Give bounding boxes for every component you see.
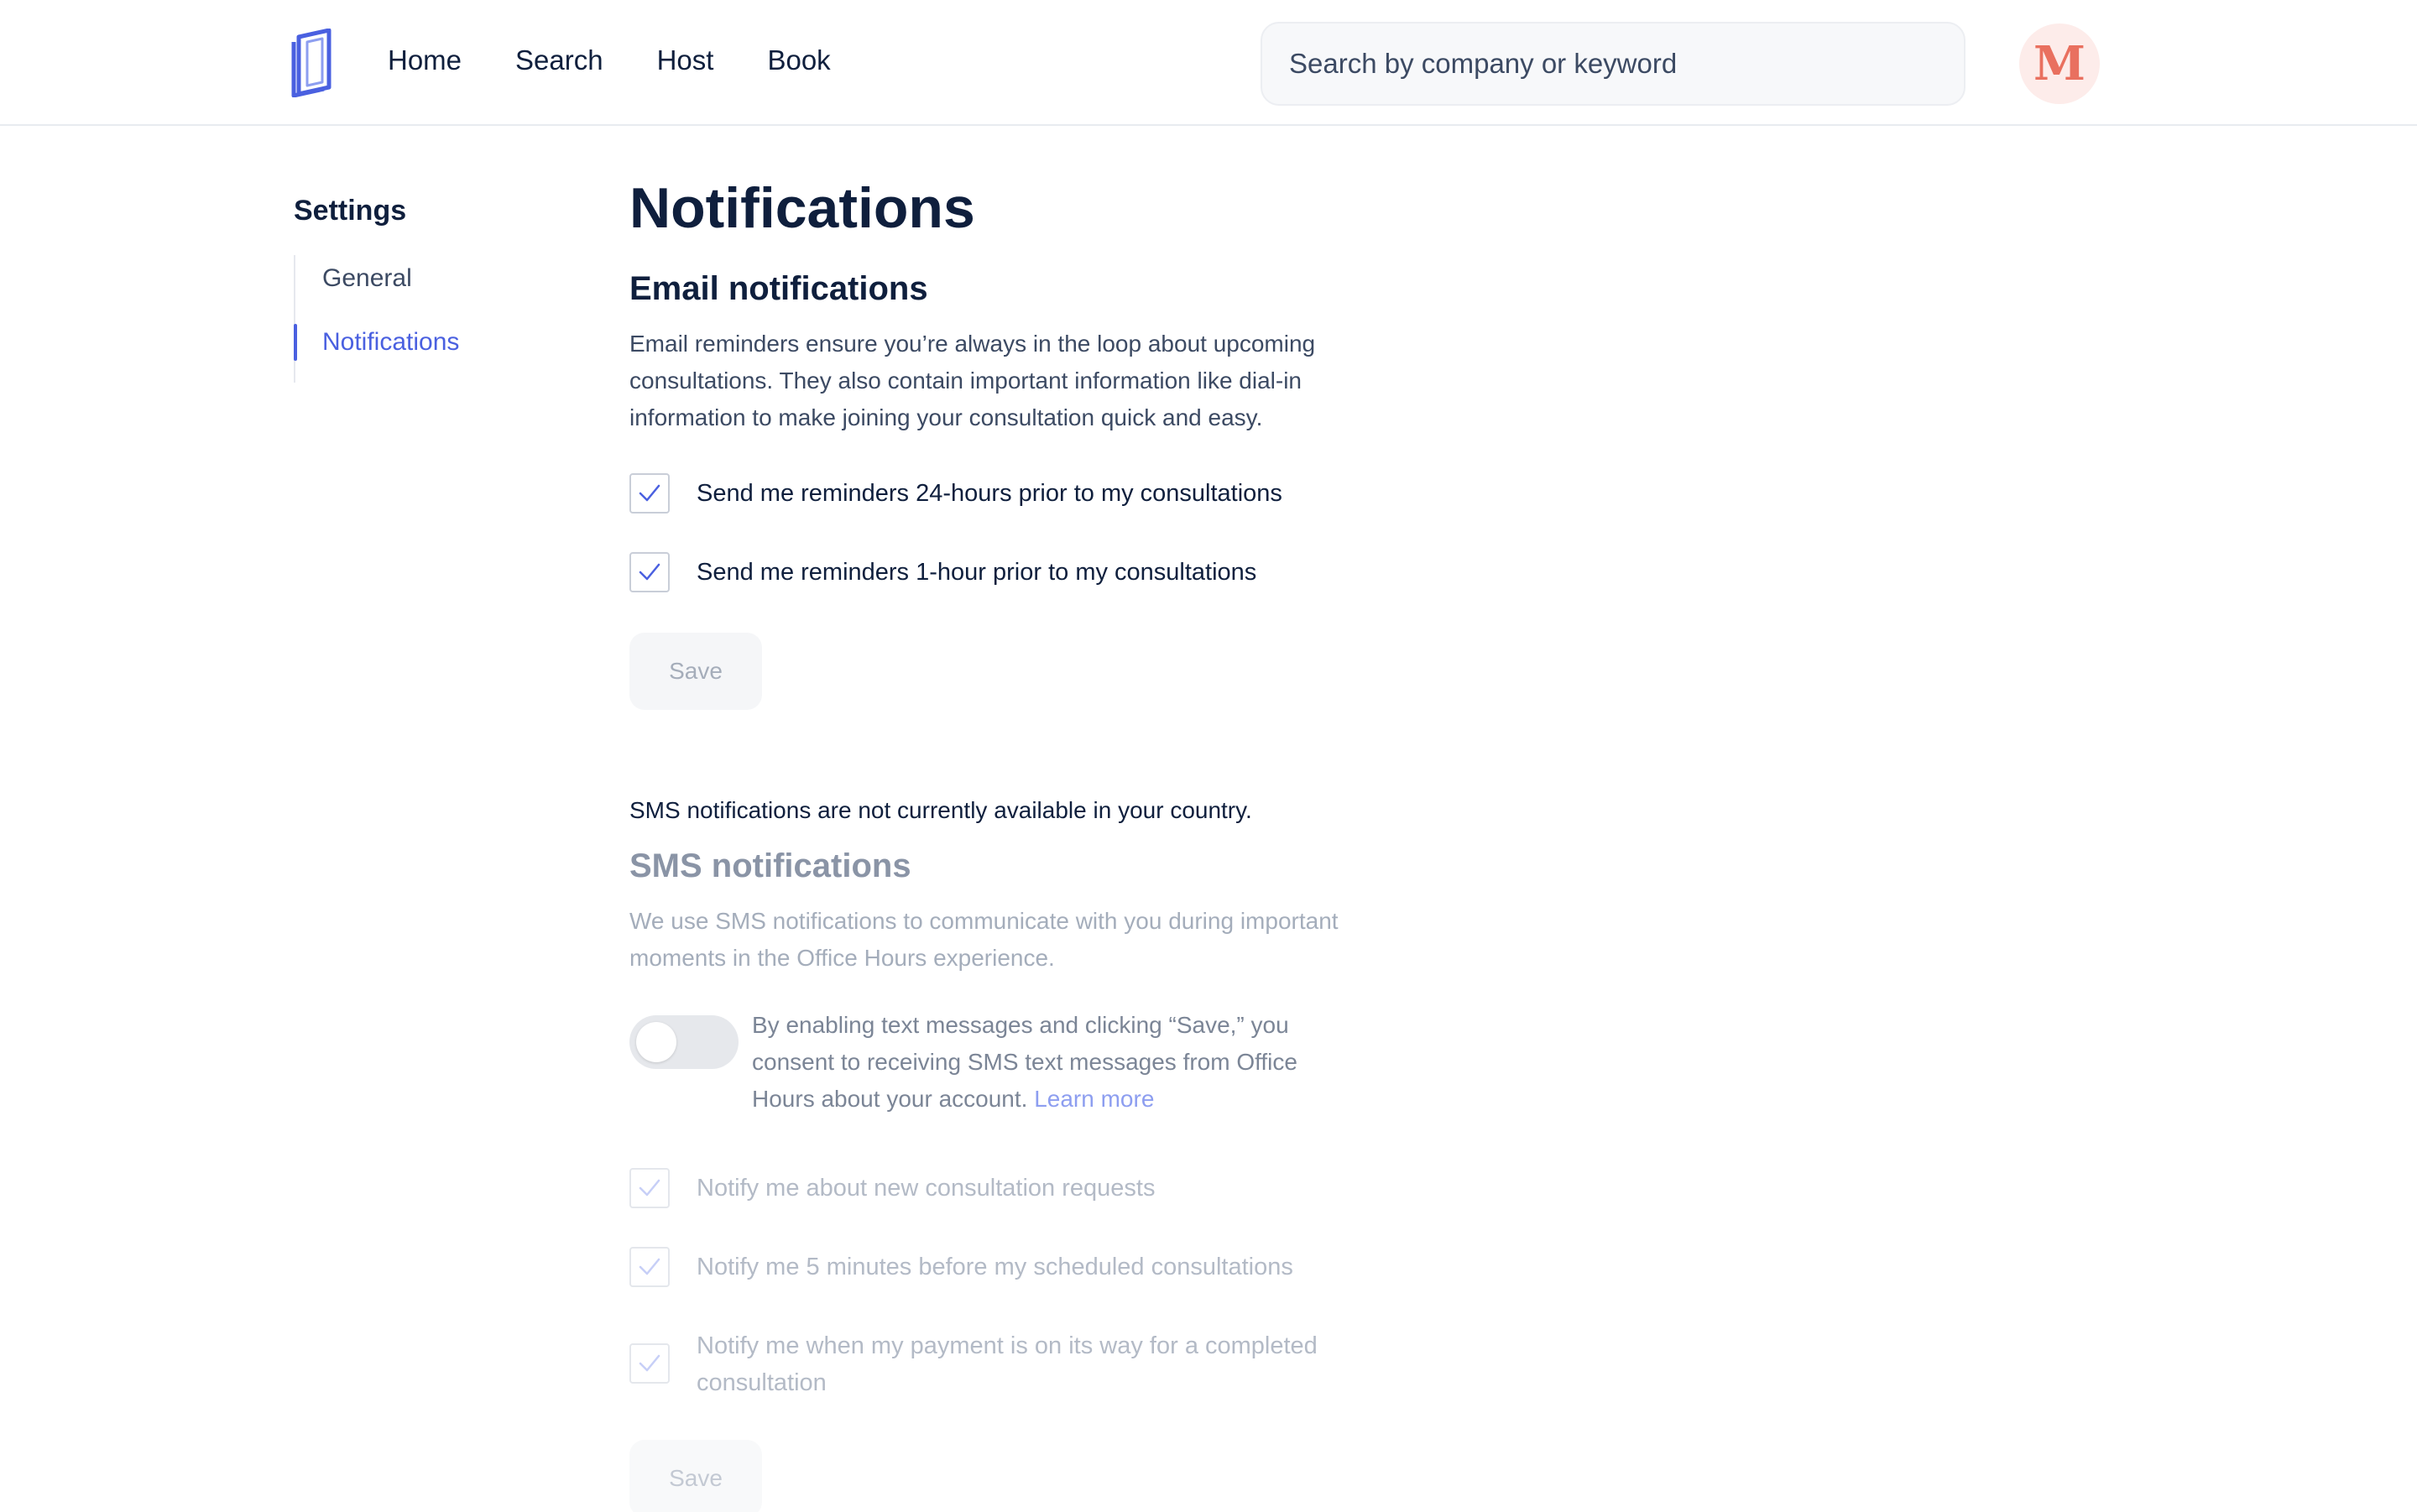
- sms-section-description: We use SMS notifications to communicate …: [629, 908, 1339, 971]
- avatar-letter: M: [2033, 36, 2086, 91]
- checkbox-label: Send me reminders 24-hours prior to my c…: [697, 480, 1282, 507]
- checkmark-icon: [639, 1354, 660, 1372]
- email-notifications-section: Email notifications Email reminders ensu…: [629, 265, 1368, 710]
- top-navigation-bar: Home Search Host Book M: [0, 0, 2417, 126]
- sidebar-item-notifications[interactable]: Notifications: [293, 319, 459, 366]
- sms-consent-text: By enabling text messages and clicking “…: [752, 1007, 1356, 1118]
- email-save-button[interactable]: Save: [629, 633, 762, 710]
- book-logo-icon[interactable]: [290, 29, 339, 97]
- settings-page: Home Search Host Book M Settings General…: [0, 0, 2417, 1512]
- email-section-description: Email reminders ensure you’re always in …: [629, 331, 1316, 430]
- nav-search[interactable]: Search: [515, 40, 603, 81]
- checkmark-icon: [639, 563, 660, 581]
- consent-text: By enabling text messages and clicking “…: [752, 1012, 1297, 1112]
- email-section-title: Email notifications: [629, 270, 928, 307]
- checkmark-icon: [639, 484, 660, 502]
- sms-option-requests: Notify me about new consultation request…: [629, 1168, 1368, 1208]
- main-content: Notifications Email notifications Email …: [629, 168, 1368, 1512]
- checkmark-icon: [639, 1179, 660, 1197]
- page-title: Notifications: [629, 176, 975, 240]
- checkbox-new-requests[interactable]: [629, 1168, 670, 1208]
- sms-notifications-section: SMS notifications are not currently avai…: [629, 794, 1368, 1512]
- search-input[interactable]: [1261, 22, 1965, 106]
- sms-section-title: SMS notifications: [629, 847, 911, 884]
- sms-option-payment: Notify me when my payment is on its way …: [629, 1326, 1368, 1401]
- checkmark-icon: [639, 1258, 660, 1275]
- checkbox-24h[interactable]: [629, 473, 670, 514]
- sidebar-title: Settings: [294, 195, 407, 227]
- sms-option-5min: Notify me 5 minutes before my scheduled …: [629, 1247, 1368, 1287]
- sms-unavailable-notice: SMS notifications are not currently avai…: [629, 797, 1252, 823]
- toggle-knob: [636, 1022, 676, 1062]
- nav-home[interactable]: Home: [388, 40, 462, 81]
- checkbox-label: Send me reminders 1-hour prior to my con…: [697, 559, 1257, 586]
- email-option-1h: Send me reminders 1-hour prior to my con…: [629, 552, 1368, 592]
- checkbox-5-minutes[interactable]: [629, 1247, 670, 1287]
- avatar[interactable]: M: [2019, 23, 2100, 104]
- learn-more-link[interactable]: Learn more: [1034, 1086, 1154, 1112]
- sms-consent-row: By enabling text messages and clicking “…: [629, 1012, 1368, 1118]
- settings-sidebar: General Notifications: [293, 255, 459, 383]
- sms-save-button[interactable]: Save: [629, 1440, 762, 1512]
- checkbox-label: Notify me 5 minutes before my scheduled …: [697, 1254, 1293, 1280]
- nav-host[interactable]: Host: [657, 40, 714, 81]
- checkbox-label: Notify me about new consultation request…: [697, 1175, 1156, 1202]
- main-nav: Home Search Host Book: [388, 40, 831, 81]
- sidebar-item-general[interactable]: General: [295, 255, 459, 302]
- checkbox-label: Notify me when my payment is on its way …: [697, 1332, 1318, 1396]
- nav-book[interactable]: Book: [767, 40, 830, 81]
- sms-options: Notify me about new consultation request…: [629, 1168, 1368, 1512]
- checkbox-payment[interactable]: [629, 1343, 670, 1384]
- sms-toggle[interactable]: [629, 1015, 739, 1069]
- email-option-24h: Send me reminders 24-hours prior to my c…: [629, 473, 1368, 514]
- checkbox-1h[interactable]: [629, 552, 670, 592]
